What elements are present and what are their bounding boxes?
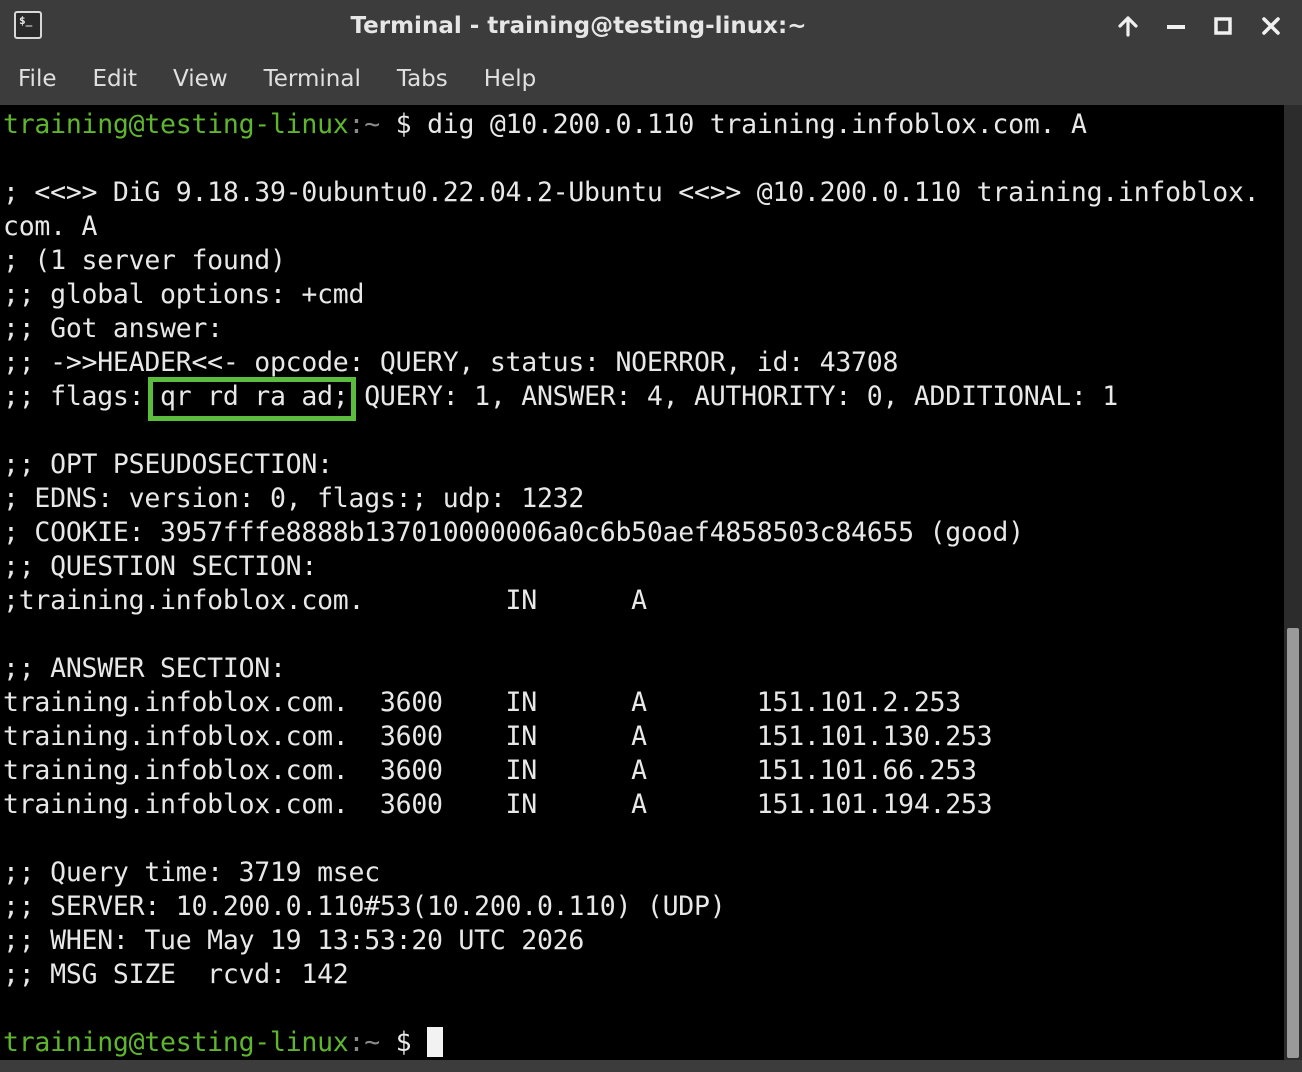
terminal-area[interactable]: training@testing-linux:~ $ dig @10.200.0… bbox=[0, 105, 1284, 1060]
menu-view[interactable]: View bbox=[173, 66, 228, 92]
window-bottom-border bbox=[0, 1060, 1302, 1072]
flags-prefix: ;; flags: bbox=[3, 381, 161, 412]
output-header: ; <<>> DiG 9.18.39-0ubuntu0.22.04.2-Ubun… bbox=[3, 177, 1260, 378]
scrollbar-thumb[interactable] bbox=[1287, 628, 1299, 1058]
flags-suffix: QUERY: 1, ANSWER: 4, AUTHORITY: 0, ADDIT… bbox=[348, 381, 1119, 412]
menu-help[interactable]: Help bbox=[484, 66, 536, 92]
menu-file[interactable]: File bbox=[18, 66, 57, 92]
terminal-output: training@testing-linux:~ $ dig @10.200.0… bbox=[3, 108, 1260, 1060]
prompt-user: training@testing-linux bbox=[3, 109, 349, 140]
minimize-icon[interactable] bbox=[1160, 10, 1192, 42]
window-title: Terminal - training@testing-linux:~ bbox=[350, 13, 807, 39]
prompt-symbol: $ bbox=[395, 109, 412, 140]
maximize-icon[interactable] bbox=[1207, 10, 1239, 42]
flags-highlight-box bbox=[148, 377, 356, 421]
prompt-user: training@testing-linux bbox=[3, 1027, 349, 1058]
prompt-symbol: $ bbox=[395, 1027, 412, 1058]
title-bar: $_ Terminal - training@testing-linux:~ bbox=[0, 0, 1302, 52]
menu-tabs[interactable]: Tabs bbox=[397, 66, 448, 92]
output-body: ;; OPT PSEUDOSECTION: ; EDNS: version: 0… bbox=[3, 449, 1024, 990]
menu-edit[interactable]: Edit bbox=[93, 66, 138, 92]
command-text: dig @10.200.0.110 training.infoblox.com.… bbox=[427, 109, 1087, 140]
arrow-up-icon[interactable] bbox=[1112, 10, 1144, 42]
prompt-path: :~ bbox=[348, 109, 381, 140]
text-cursor bbox=[427, 1027, 444, 1057]
close-icon[interactable] bbox=[1255, 10, 1287, 42]
menu-terminal[interactable]: Terminal bbox=[264, 66, 361, 92]
menu-bar: File Edit View Terminal Tabs Help bbox=[0, 52, 1302, 105]
prompt-path: :~ bbox=[348, 1027, 381, 1058]
